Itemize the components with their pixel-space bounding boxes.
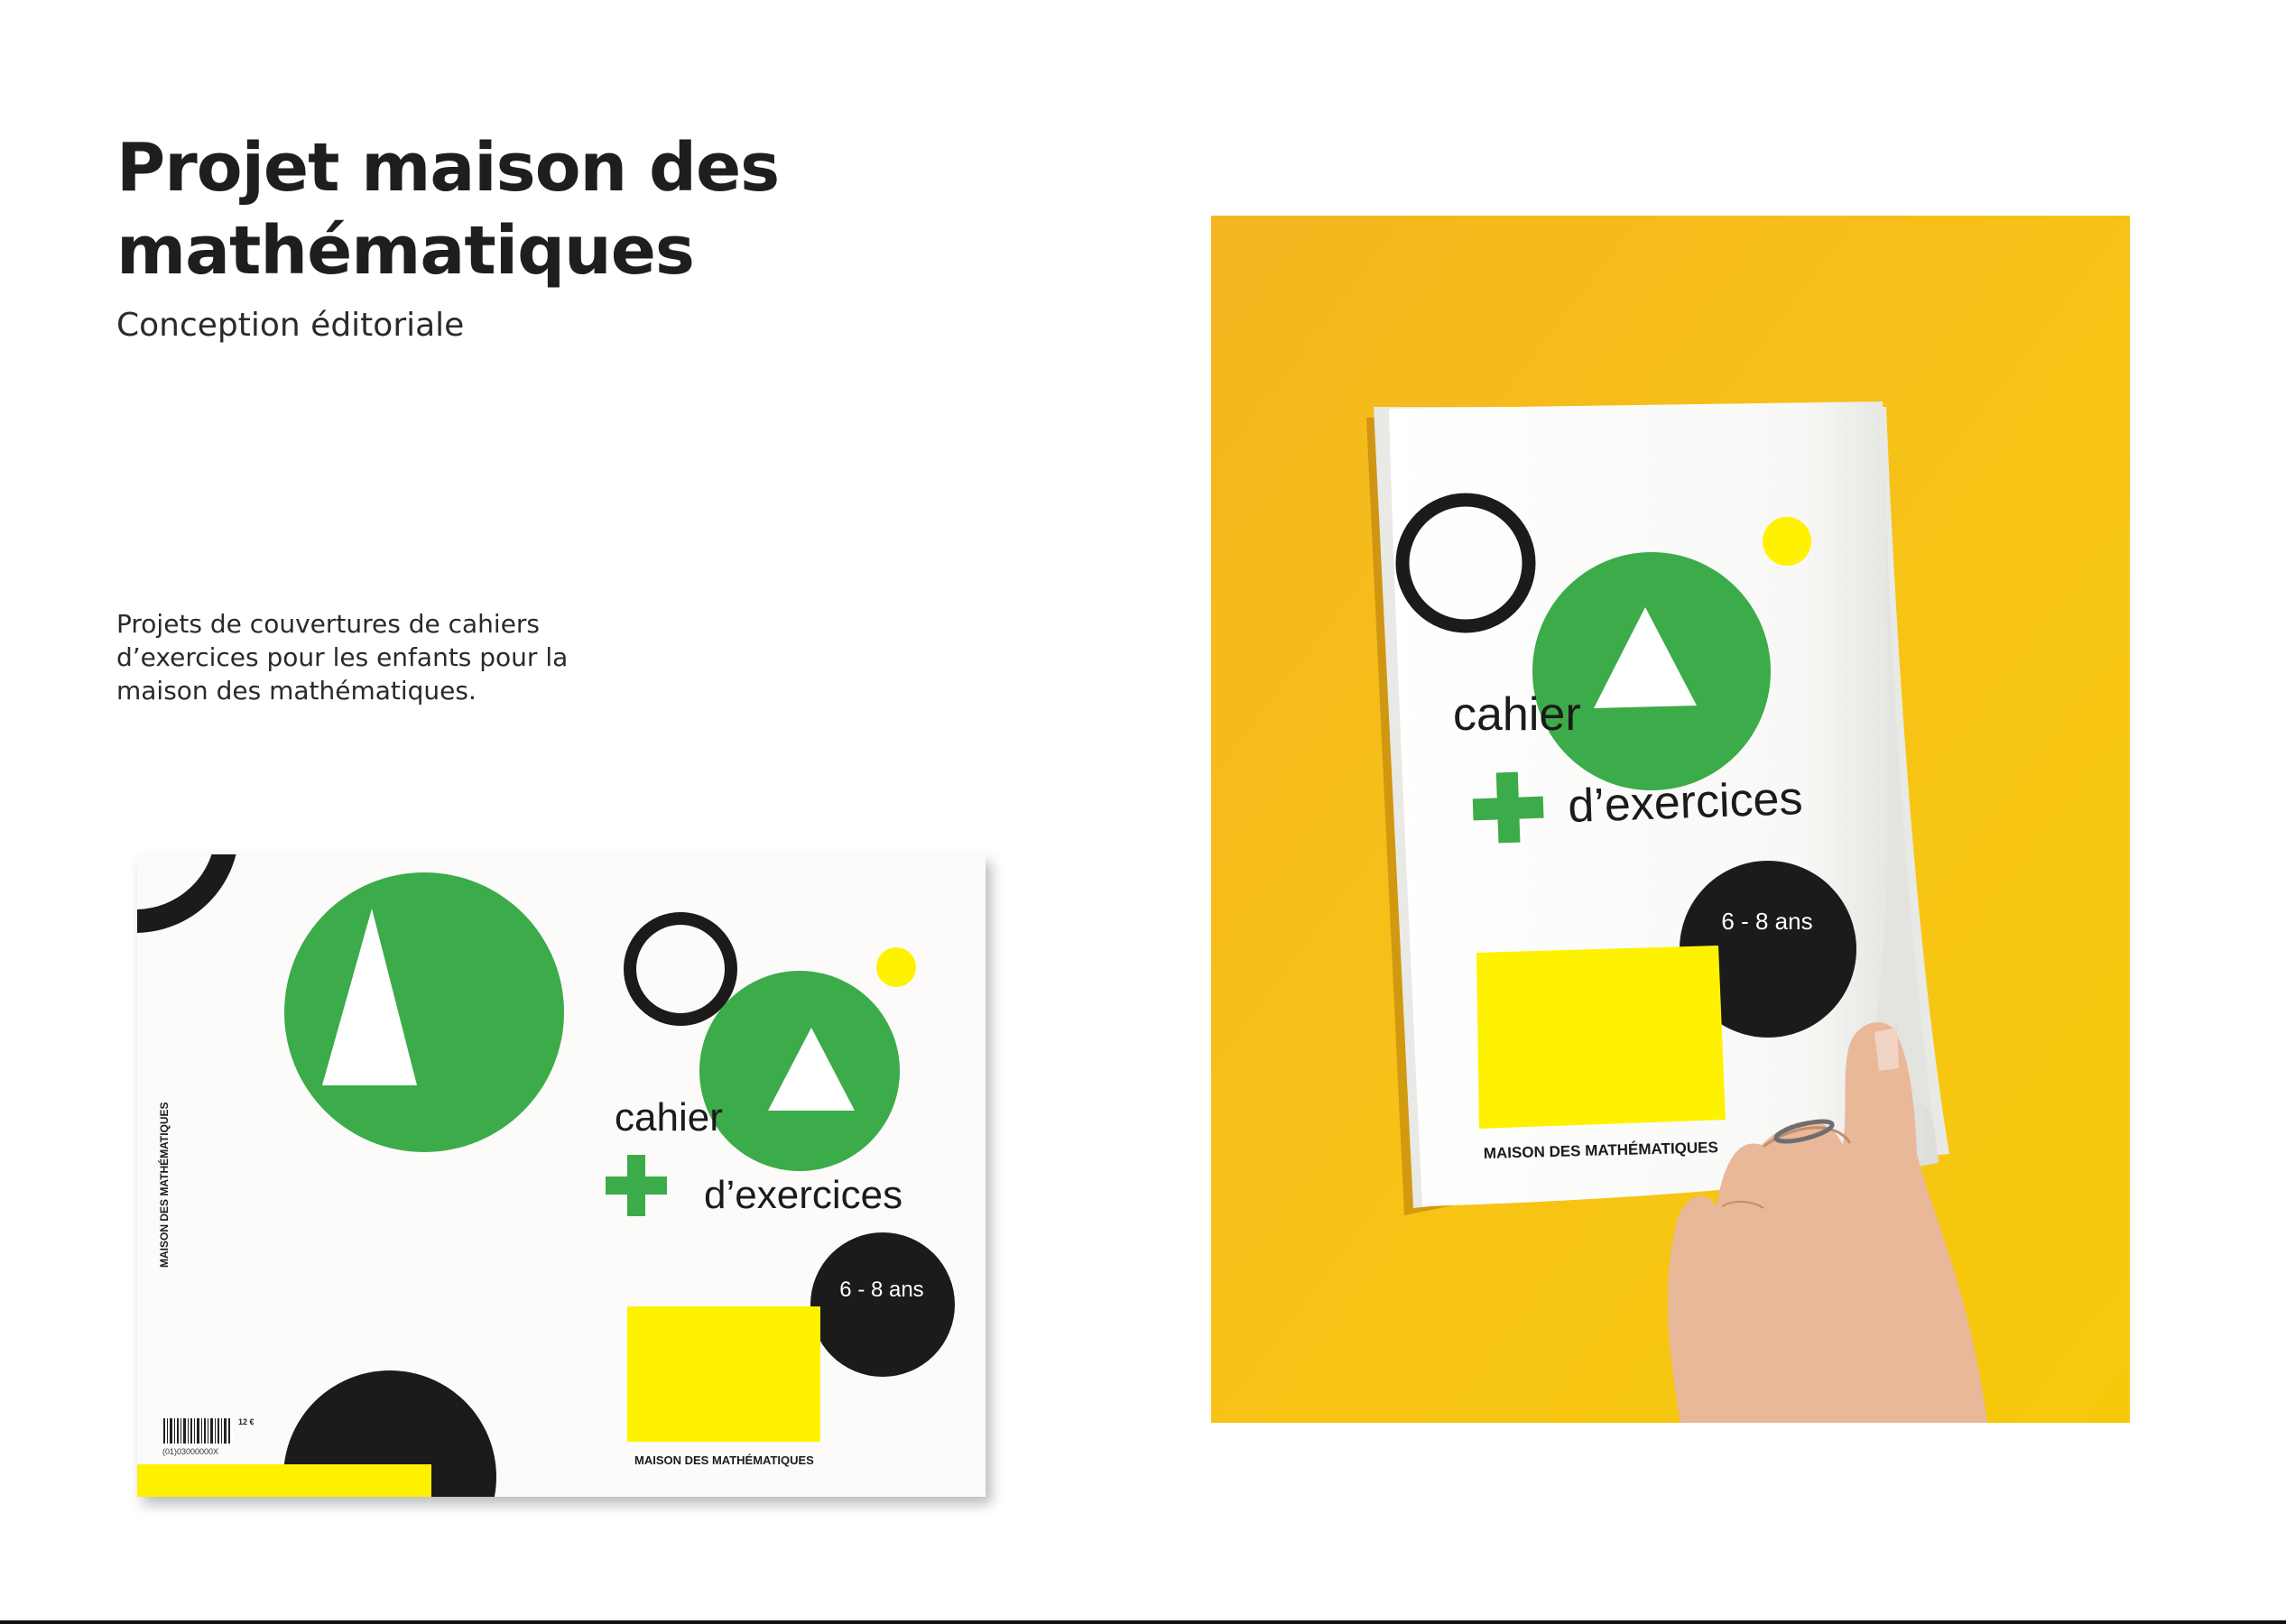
cover-spread-mockup: MAISON DES MATHÉMATIQUES (01)03000000X 1…	[137, 854, 986, 1497]
publisher-label: MAISON DES MATHÉMATIQUES	[634, 1453, 814, 1467]
portfolio-page: Projet maison des mathématiques Concepti…	[0, 0, 2286, 1624]
booklet-photo-artwork: cahier d’exercices 6 - 8 ans MAISON DES …	[1211, 216, 2130, 1423]
photo-title-cahier: cahier	[1453, 688, 1581, 741]
bottom-border	[0, 1620, 2286, 1624]
yellow-band-shape	[137, 1464, 431, 1497]
front-black-ring-shape	[624, 912, 737, 1026]
booklet-photo: cahier d’exercices 6 - 8 ans MAISON DES …	[1211, 216, 2130, 1423]
black-ring-shape	[137, 854, 236, 933]
photo-yellow-dot-shape	[1763, 517, 1811, 566]
project-description: Projets de couvertures de cahiers d’exer…	[116, 609, 569, 706]
spine-text: MAISON DES MATHÉMATIQUES	[157, 1102, 171, 1268]
cover-spread-artwork: MAISON DES MATHÉMATIQUES (01)03000000X 1…	[137, 854, 955, 1497]
page-title: Projet maison des mathématiques	[116, 129, 780, 290]
barcode-number: (01)03000000X	[162, 1447, 218, 1456]
cover-title-cahier: cahier	[615, 1095, 723, 1140]
age-circle-shape	[810, 1232, 955, 1377]
photo-age-label: 6 - 8 ans	[1721, 908, 1812, 935]
barcode-icon	[162, 1417, 233, 1444]
cover-title-exercices: d’exercices	[704, 1173, 902, 1217]
photo-yellow-rectangle-shape	[1476, 946, 1726, 1129]
age-label: 6 - 8 ans	[839, 1278, 923, 1302]
spine-gap	[564, 854, 577, 1497]
page-subtitle: Conception éditoriale	[116, 307, 465, 344]
yellow-dot-shape	[876, 947, 916, 987]
yellow-rectangle-shape	[627, 1306, 820, 1442]
photo-title-exercices: d’exercices	[1567, 772, 1803, 833]
plus-icon	[606, 1155, 667, 1216]
green-circle-shape	[284, 872, 564, 1152]
price-label: 12 €	[238, 1417, 255, 1426]
